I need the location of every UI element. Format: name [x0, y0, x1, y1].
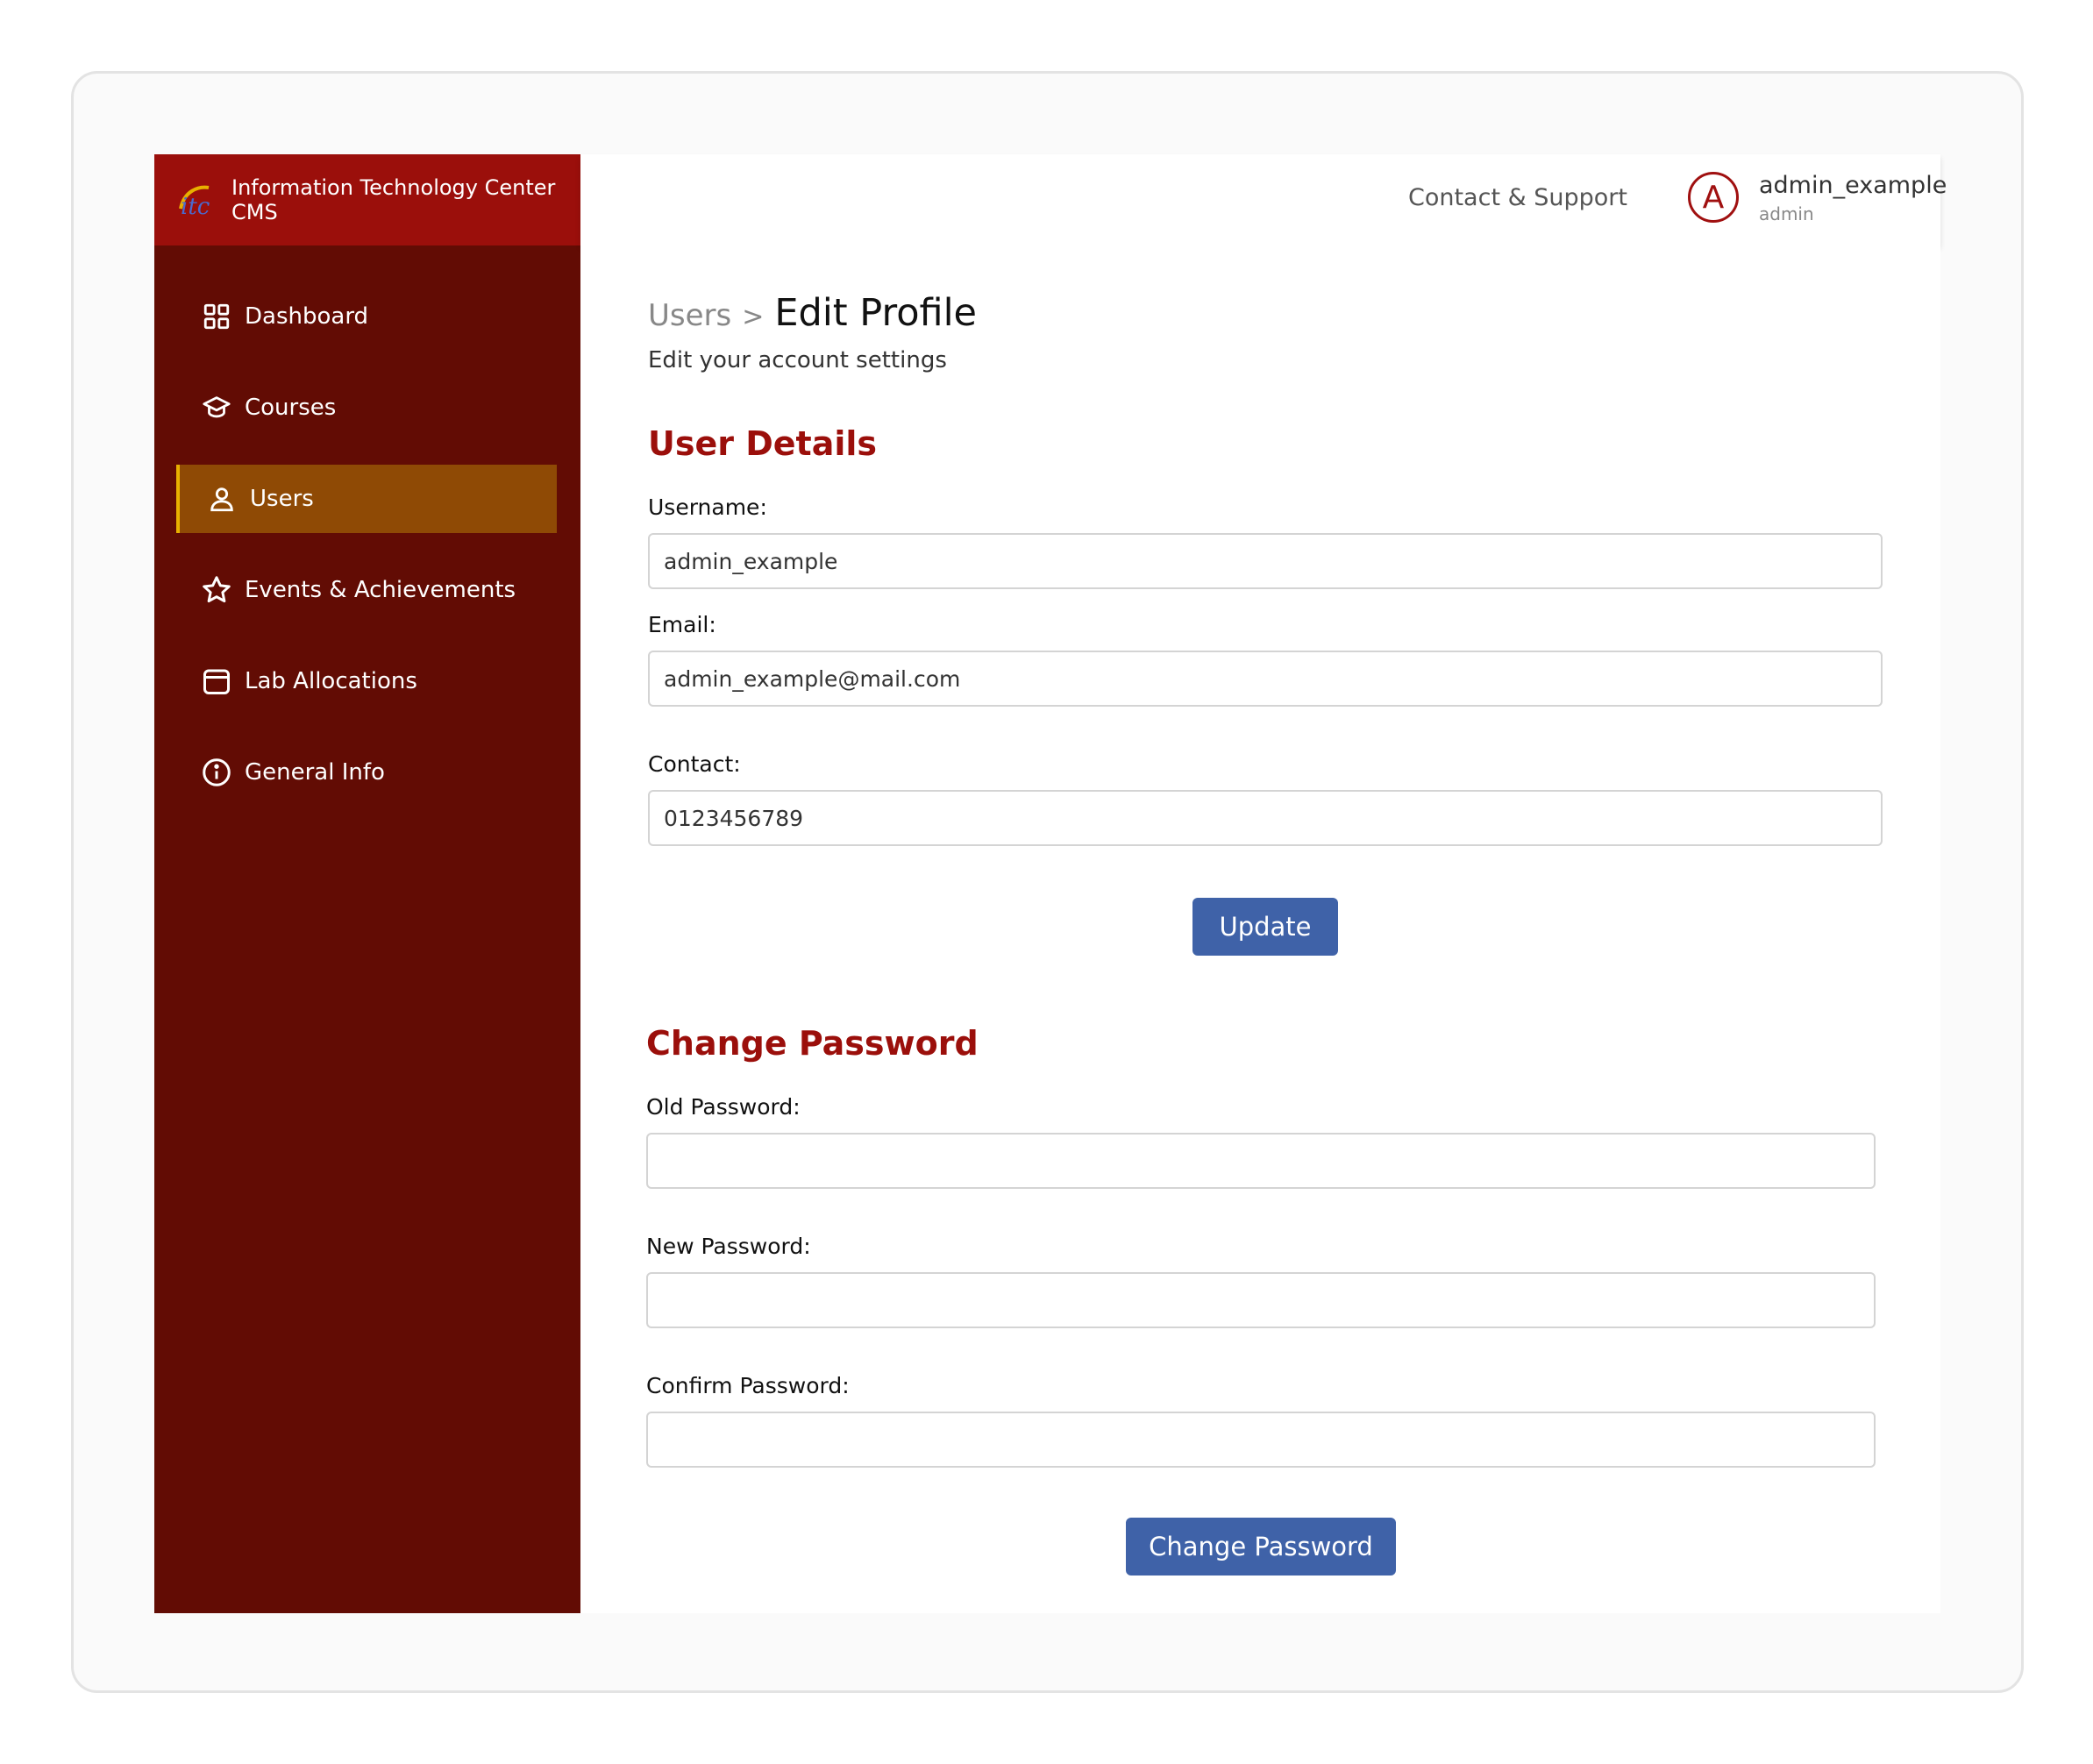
main-content: Users > Edit Profile Edit your account s… — [580, 245, 1940, 1613]
breadcrumb: Users > Edit Profile — [648, 291, 977, 335]
sidebar-item-courses[interactable]: Courses — [176, 373, 557, 442]
sidebar-item-users[interactable]: Users — [176, 465, 557, 533]
contact-field[interactable] — [648, 790, 1883, 846]
breadcrumb-separator: > — [742, 302, 765, 332]
sidebar-item-label: General Info — [245, 759, 385, 786]
user-details-title: User Details — [648, 424, 878, 463]
username-label: Username: — [648, 494, 767, 520]
calendar-icon — [201, 665, 232, 697]
app-shell: itc Information Technology Center CMS Da… — [154, 154, 1947, 1613]
sidebar-item-general-info[interactable]: General Info — [176, 738, 557, 807]
page-subtitle: Edit your account settings — [648, 347, 947, 373]
user-icon — [206, 483, 238, 515]
sidebar-item-dashboard[interactable]: Dashboard — [176, 282, 557, 351]
dashboard-icon — [201, 301, 232, 332]
sidebar-item-lab-allocations[interactable]: Lab Allocations — [176, 647, 557, 715]
contact-label: Contact: — [648, 751, 741, 777]
email-field[interactable] — [648, 651, 1883, 707]
brand-title-line1: Information Technology Center — [231, 175, 556, 200]
itc-logo: itc — [179, 185, 210, 219]
avatar[interactable]: A — [1688, 172, 1739, 223]
graduation-cap-icon — [201, 392, 232, 423]
info-icon — [201, 757, 232, 788]
sidebar-item-label: Users — [250, 486, 314, 512]
sidebar-item-label: Courses — [245, 395, 337, 421]
sidebar-item-label: Lab Allocations — [245, 668, 417, 694]
sidebar-item-events[interactable]: Events & Achievements — [176, 556, 557, 624]
top-header: Contact & Support A admin_example admin — [580, 154, 1947, 245]
brand-title: Information Technology Center CMS — [231, 175, 555, 224]
new-password-field[interactable] — [646, 1272, 1876, 1328]
old-password-field[interactable] — [646, 1133, 1876, 1189]
contact-support-link[interactable]: Contact & Support — [1408, 184, 1627, 211]
change-password-title: Change Password — [646, 1024, 979, 1063]
new-password-label: New Password: — [646, 1234, 811, 1259]
update-button[interactable]: Update — [1192, 898, 1338, 956]
brand-title-line2: CMS — [231, 200, 278, 224]
svg-text:itc: itc — [181, 194, 210, 219]
sidebar: Dashboard Courses Users Events & Achieve… — [154, 245, 580, 1613]
confirm-password-field[interactable] — [646, 1412, 1876, 1468]
star-icon — [201, 574, 232, 606]
email-label: Email: — [648, 612, 716, 637]
sidebar-item-label: Dashboard — [245, 303, 369, 330]
breadcrumb-users-link[interactable]: Users — [648, 298, 731, 333]
page-title: Edit Profile — [774, 291, 978, 335]
sidebar-item-label: Events & Achievements — [245, 577, 516, 603]
change-password-button[interactable]: Change Password — [1126, 1518, 1396, 1576]
old-password-label: Old Password: — [646, 1094, 801, 1120]
brand-header[interactable]: itc Information Technology Center CMS — [154, 154, 580, 245]
user-role: admin — [1759, 203, 1814, 224]
username-field[interactable] — [648, 533, 1883, 589]
confirm-password-label: Confirm Password: — [646, 1373, 850, 1398]
user-name[interactable]: admin_example — [1759, 172, 1947, 199]
